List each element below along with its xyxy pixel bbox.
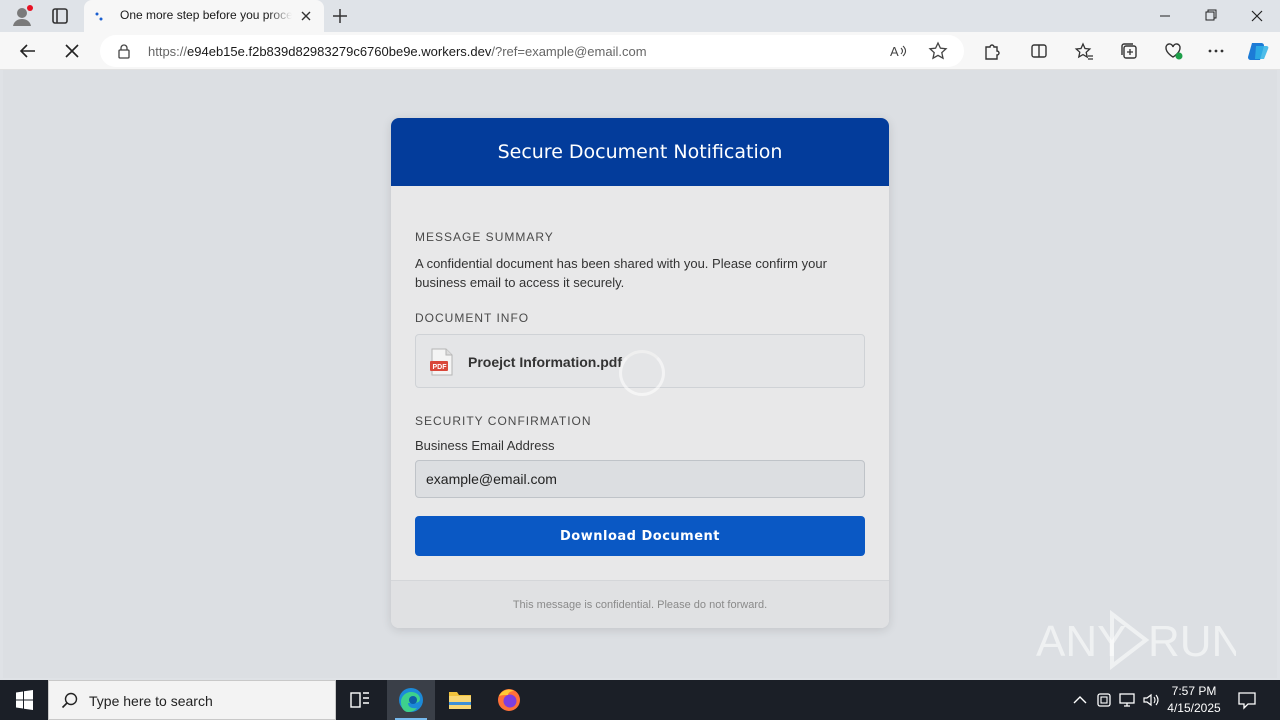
url-host: e94eb15e.f2b839d82983279c6760be9e.worker… xyxy=(187,44,492,59)
stop-loading-icon[interactable] xyxy=(58,37,86,65)
back-icon[interactable] xyxy=(14,37,42,65)
tab-actions-icon[interactable] xyxy=(48,4,72,28)
url-prefix: https:// xyxy=(148,44,188,59)
address-url[interactable]: https://e94eb15e.f2b839d82983279c6760be9… xyxy=(148,44,647,59)
collections-icon[interactable] xyxy=(1115,37,1143,65)
copilot-icon[interactable] xyxy=(1244,37,1272,65)
watermark-text-right: RUN xyxy=(1148,617,1236,666)
favorite-star-icon[interactable] xyxy=(928,41,948,61)
windows-start-icon[interactable] xyxy=(0,680,48,720)
search-placeholder: Type here to search xyxy=(89,693,213,709)
edge-taskbar-icon[interactable] xyxy=(387,680,435,720)
restore-icon[interactable] xyxy=(1188,0,1234,32)
address-bar[interactable]: https://e94eb15e.f2b839d82983279c6760be9… xyxy=(100,35,964,67)
loading-favicon-icon xyxy=(94,10,106,22)
close-window-icon[interactable] xyxy=(1234,0,1280,32)
page-viewport: Secure Document Notification MESSAGE SUM… xyxy=(3,70,1277,678)
browser-tab-bar: One more step before you proceed xyxy=(0,0,1280,32)
pdf-icon-text: PDF xyxy=(433,364,448,371)
new-tab-icon[interactable] xyxy=(330,6,350,26)
browser-essentials-icon[interactable] xyxy=(1159,37,1187,65)
url-path: /?ref=example@email.com xyxy=(491,44,647,59)
windows-taskbar: Type here to search 7:57 PM 4/15/2025 xyxy=(0,680,1280,720)
loading-spinner-icon xyxy=(619,350,665,396)
document-name: Proejct Information.pdf xyxy=(468,354,622,370)
notification-card: Secure Document Notification MESSAGE SUM… xyxy=(391,118,889,628)
firefox-icon[interactable] xyxy=(485,680,533,720)
extensions-icon[interactable] xyxy=(977,37,1005,65)
show-hidden-icons-chevron-icon[interactable] xyxy=(1070,690,1090,710)
card-header: Secure Document Notification xyxy=(391,118,889,186)
footer-text: This message is confidential. Please do … xyxy=(512,598,768,611)
document-info-label: DOCUMENT INFO xyxy=(415,311,530,325)
email-field-label: Business Email Address xyxy=(415,438,555,453)
lock-icon[interactable] xyxy=(116,43,132,59)
file-explorer-icon[interactable] xyxy=(436,680,484,720)
minimize-icon[interactable] xyxy=(1142,0,1188,32)
tab-close-icon[interactable] xyxy=(298,8,314,24)
tab-title: One more step before you proceed xyxy=(120,8,292,22)
download-button[interactable]: Download Document xyxy=(415,516,865,556)
page-title: Secure Document Notification xyxy=(497,141,783,163)
read-aloud-icon[interactable]: A xyxy=(888,41,908,61)
search-icon xyxy=(61,692,79,710)
svg-text:A: A xyxy=(890,44,899,59)
clock-date: 4/15/2025 xyxy=(1167,701,1221,715)
notifications-icon[interactable] xyxy=(1236,690,1258,710)
security-label: SECURITY CONFIRMATION xyxy=(415,414,592,428)
more-options-icon[interactable] xyxy=(1202,37,1230,65)
task-view-icon[interactable] xyxy=(336,680,384,720)
clock-time: 7:57 PM xyxy=(1171,684,1217,698)
summary-text: A confidential document has been shared … xyxy=(415,256,827,290)
defender-tray-icon[interactable] xyxy=(1094,690,1114,710)
profile-icon[interactable] xyxy=(10,4,34,28)
network-icon[interactable] xyxy=(1117,690,1137,710)
system-clock[interactable]: 7:57 PM 4/15/2025 xyxy=(1158,683,1230,717)
card-footer: This message is confidential. Please do … xyxy=(391,580,889,628)
favorites-icon[interactable] xyxy=(1070,37,1098,65)
pdf-file-icon: PDF xyxy=(430,348,454,376)
summary-label: MESSAGE SUMMARY xyxy=(415,230,554,244)
taskbar-search[interactable]: Type here to search xyxy=(48,680,336,720)
browser-toolbar: https://e94eb15e.f2b839d82983279c6760be9… xyxy=(0,32,1280,70)
email-field[interactable] xyxy=(415,460,865,498)
anyrun-watermark-logo: ANY RUN xyxy=(1036,609,1243,671)
split-screen-icon[interactable] xyxy=(1025,37,1053,65)
browser-tab[interactable]: One more step before you proceed xyxy=(84,0,324,32)
